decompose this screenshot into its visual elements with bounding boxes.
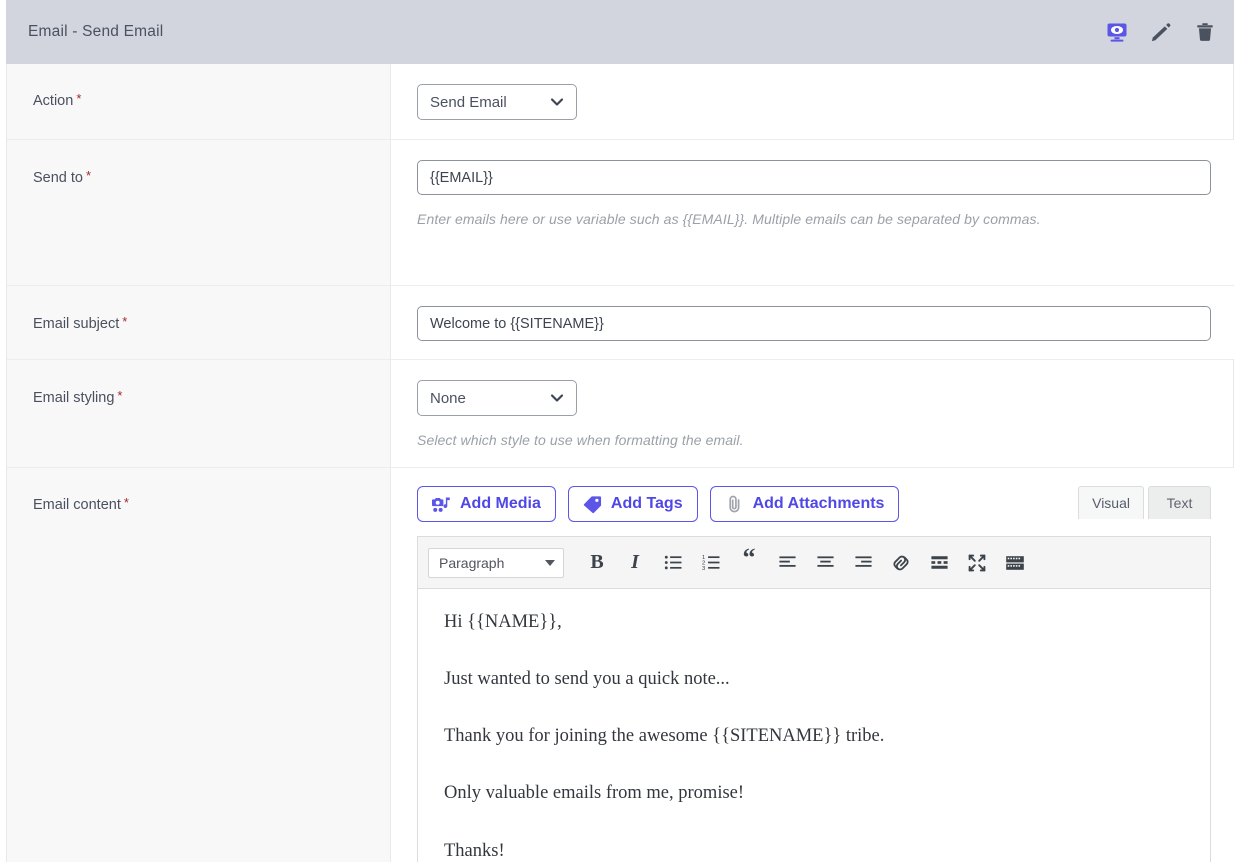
edit-icon[interactable] [1148,19,1174,45]
email-styling-select-wrap: None [417,380,577,416]
bold-icon[interactable]: B [578,546,616,580]
required-asterisk: * [86,168,92,183]
page-title: Email - Send Email [28,23,164,40]
paperclip-icon [725,495,744,514]
add-media-label: Add Media [460,495,541,512]
label-cell-email-content: Email content * [7,468,391,862]
svg-text:3: 3 [702,566,706,572]
editor-paragraph: Thank you for joining the awesome {{SITE… [444,726,885,747]
editor-paragraph: Hi {{NAME}}, [444,612,562,632]
read-more-icon[interactable] [920,546,958,580]
action-select[interactable]: Send Email [417,84,577,120]
form-row-email-styling: Email styling * None Select which style t… [7,360,1233,468]
required-asterisk: * [122,314,128,329]
field-cell-email-styling: None Select which style to use when form… [391,360,1233,467]
tab-visual[interactable]: Visual [1078,486,1144,519]
label-email-subject: Email subject [33,316,120,332]
label-cell-email-subject: Email subject * [7,286,391,359]
tab-visual-label: Visual [1092,495,1130,511]
label-email-styling: Email styling [33,390,115,406]
link-icon[interactable] [882,546,920,580]
panel-titlebar: Email - Send Email [6,0,1234,64]
label-email-content: Email content [33,497,121,513]
tag-icon [583,495,602,514]
add-attachments-button[interactable]: Add Attachments [709,486,900,522]
italic-icon[interactable]: I [616,546,654,580]
editor-content-area[interactable]: Hi {{NAME}}, Just wanted to send you a q… [418,589,1210,862]
field-cell-email-content: Add Media Add Tags Add Attachments Visua… [391,468,1234,862]
add-media-button[interactable]: Add Media [417,486,556,522]
label-cell-email-styling: Email styling * [7,360,391,467]
editor-toolbar: Paragraph B I 1 2 3 “ [418,537,1210,589]
form-row-send-to: Send to* Enter emails here or use variab… [7,140,1234,286]
titlebar-actions [1104,19,1218,45]
toolbar-toggle-icon[interactable] [996,546,1034,580]
editor-paragraph: Thanks! [444,840,505,861]
format-select-wrap: Paragraph [428,547,564,578]
form-row-email-content: Email content * Add Media Add Tags Add A… [7,468,1234,862]
rich-text-editor: Paragraph B I 1 2 3 “ Hi {{NAME}}, Just … [417,536,1211,862]
tab-text[interactable]: Text [1148,486,1211,519]
email-styling-select[interactable]: None [417,380,577,416]
add-attachments-label: Add Attachments [752,495,885,512]
label-action: Action [33,93,74,109]
field-cell-send-to: Enter emails here or use variable such a… [391,140,1234,285]
add-tags-button[interactable]: Add Tags [567,486,698,522]
fullscreen-icon[interactable] [958,546,996,580]
settings-form: Action * Send Email Send to * {{EMAIL}} … [6,64,1234,862]
label-cell-send-to: Send to * [7,140,391,285]
label-cell-action: Action * [7,64,391,139]
label-send-to: Send to [33,170,83,186]
editor-paragraph: Only valuable emails from me, promise! [444,783,745,804]
email-styling-help-text: Select which style to use when formattin… [417,432,744,448]
editor-paragraph: Just wanted to send you a quick note... [444,669,730,690]
required-asterisk: * [117,388,123,403]
align-center-icon[interactable] [806,546,844,580]
field-cell-email-subject [391,286,1234,359]
editor-view-tabs: Visual Text [1078,486,1211,519]
email-send-email-panel: Email - Send Email Action * Send Email S… [0,0,1234,862]
send-to-help-text: Enter emails here or use variable such a… [417,211,1041,227]
blockquote-icon[interactable]: “ [730,544,768,580]
numbered-list-icon[interactable]: 1 2 3 [692,546,730,580]
tab-text-label: Text [1166,495,1193,511]
preview-icon[interactable] [1104,19,1130,45]
bulleted-list-icon[interactable] [654,546,692,580]
send-to-input[interactable] [417,160,1211,195]
required-asterisk: * [123,495,129,510]
add-tags-label: Add Tags [610,495,683,512]
field-cell-action: Send Email [391,64,1233,139]
media-camera-note-icon [432,495,451,514]
delete-icon[interactable] [1192,19,1218,45]
align-left-icon[interactable] [768,546,806,580]
required-asterisk: * [76,91,82,106]
form-row-action: Action * Send Email [7,64,1233,140]
align-right-icon[interactable] [844,546,882,580]
action-select-wrap: Send Email [417,84,577,120]
form-row-email-subject: Email subject * [7,286,1234,360]
format-select[interactable]: Paragraph [428,547,564,578]
email-subject-input[interactable] [417,306,1211,341]
